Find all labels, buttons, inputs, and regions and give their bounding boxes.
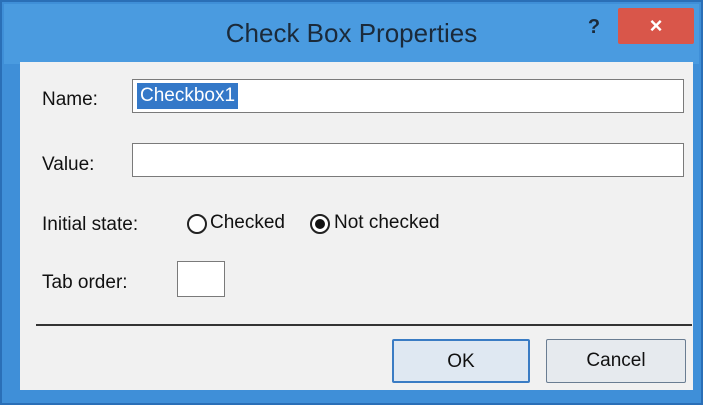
not-checked-radio-label[interactable]: Not checked [334, 212, 440, 234]
tab-order-label: Tab order: [42, 272, 128, 293]
tab-order-field[interactable] [177, 261, 225, 297]
checked-radio[interactable] [187, 214, 207, 234]
cancel-button[interactable]: Cancel [546, 339, 686, 383]
checked-radio-label[interactable]: Checked [210, 212, 285, 234]
separator [36, 324, 692, 326]
dialog-body: Name: Checkbox1 Value: Initial state: Ch… [20, 62, 693, 390]
close-icon: × [649, 13, 663, 38]
title-bar[interactable]: Check Box Properties ? × [4, 4, 699, 64]
name-label: Name: [42, 89, 98, 110]
not-checked-radio[interactable] [310, 214, 330, 234]
name-field-value: Checkbox1 [137, 83, 239, 109]
close-button[interactable]: × [618, 8, 694, 44]
name-field[interactable]: Checkbox1 [132, 79, 684, 113]
initial-state-label: Initial state: [42, 214, 139, 235]
help-button[interactable]: ? [579, 12, 609, 42]
radio-selected-dot [315, 219, 325, 229]
value-label: Value: [42, 154, 95, 175]
value-field[interactable] [132, 143, 684, 177]
dialog-window: Check Box Properties ? × Name: Checkbox1… [0, 0, 703, 405]
ok-button[interactable]: OK [392, 339, 530, 383]
